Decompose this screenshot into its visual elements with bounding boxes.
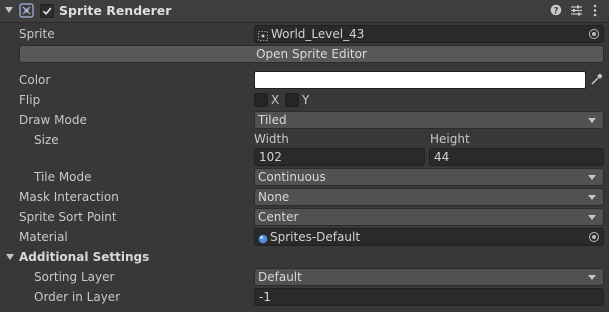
open-sprite-editor-button[interactable]: Open Sprite Editor [19,45,604,63]
tile-mode-value: Continuous [258,170,326,184]
mask-interaction-value: None [258,190,290,204]
material-label: Material [19,230,68,244]
chevron-down-icon [588,215,596,220]
sprite-renderer-icon [19,3,34,18]
sprite-sort-point-dropdown[interactable]: Center [254,208,604,226]
help-icon[interactable]: ? [550,4,562,16]
mask-interaction-label: Mask Interaction [19,190,119,204]
component-title: Sprite Renderer [59,3,172,18]
width-input[interactable]: 102 [254,148,425,166]
flip-x-checkbox[interactable] [254,93,268,107]
material-object-field[interactable]: Sprites-Default [254,228,604,246]
additional-settings-header[interactable]: Additional Settings [19,248,149,266]
flip-y-checkbox[interactable] [285,93,299,107]
flip-y-label: Y [302,93,310,107]
tile-mode-label: Tile Mode [34,170,92,184]
draw-mode-dropdown[interactable]: Tiled [254,111,604,129]
width-label: Width [254,132,289,146]
eyedropper-icon[interactable] [590,72,604,86]
sprite-object-field[interactable]: World_Level_43 [254,25,604,43]
height-label: Height [430,132,470,146]
sprite-label: Sprite [19,27,55,41]
svg-text:?: ? [554,6,559,16]
sprite-sort-point-value: Center [258,210,299,224]
material-icon [258,232,268,244]
draw-mode-value: Tiled [258,113,287,127]
flip-x-label: X [271,93,280,107]
chevron-down-icon [588,175,596,180]
additional-settings-foldout-icon[interactable] [6,254,14,260]
sprite-sort-point-label: Sprite Sort Point [19,210,117,224]
chevron-down-icon [588,275,596,280]
tile-mode-dropdown[interactable]: Continuous [254,168,604,186]
flip-label: Flip [19,93,41,107]
foldout-arrow-icon[interactable] [5,7,13,13]
draw-mode-label: Draw Mode [19,113,87,127]
mask-interaction-dropdown[interactable]: None [254,188,604,206]
order-in-layer-input[interactable]: -1 [254,288,604,306]
chevron-down-icon [588,195,596,200]
sorting-layer-value: Default [258,270,302,284]
chevron-down-icon [588,118,596,123]
sorting-layer-label: Sorting Layer [34,270,115,284]
sorting-layer-dropdown[interactable]: Default [254,268,604,286]
height-input[interactable]: 44 [429,148,604,166]
color-swatch-field[interactable] [254,71,586,89]
presets-icon[interactable] [570,4,583,17]
object-picker-icon[interactable] [589,232,599,242]
component-enabled-checkbox[interactable] [40,4,54,18]
order-in-layer-label: Order in Layer [34,290,121,304]
object-picker-icon[interactable] [589,29,599,39]
material-value: Sprites-Default [270,230,361,244]
color-label: Color [19,73,51,87]
kebab-menu-icon[interactable] [592,4,598,17]
sprite-asset-icon [258,29,268,41]
size-label: Size [34,133,59,147]
sprite-value: World_Level_43 [271,27,365,41]
